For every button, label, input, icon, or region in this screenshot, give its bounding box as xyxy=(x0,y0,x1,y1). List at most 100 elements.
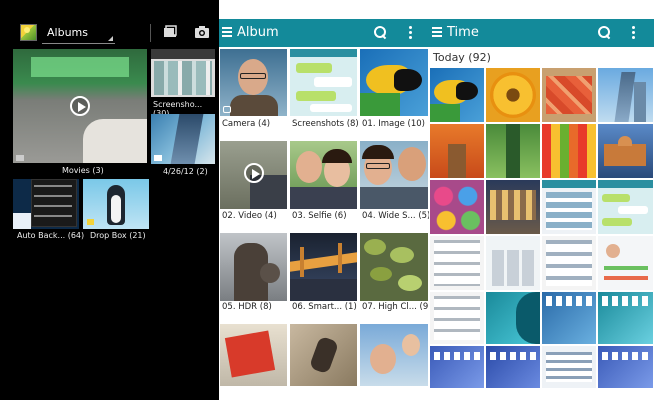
thumbnail-parrot-beak xyxy=(456,82,478,100)
thumbnail-edge xyxy=(516,292,540,344)
search-icon[interactable] xyxy=(373,25,387,39)
albums-action-bar: Albums xyxy=(0,19,219,47)
photo-thumb[interactable] xyxy=(542,236,596,290)
thumbnail-icons xyxy=(602,296,648,306)
album-tile-row4-2[interactable] xyxy=(290,324,357,386)
folder-icon xyxy=(16,155,24,161)
album-title: Album xyxy=(237,25,279,40)
dropdown-triangle-icon xyxy=(108,36,113,41)
thumbnail-text xyxy=(546,352,592,382)
photo-thumb[interactable] xyxy=(430,236,484,290)
album-tile-row4-1[interactable] xyxy=(220,324,287,386)
album-tile-screenshots[interactable] xyxy=(151,49,215,97)
thumbnail-avatar xyxy=(606,244,620,258)
thumbnail-bubble xyxy=(314,77,352,87)
thumbnail-icons xyxy=(434,352,480,360)
album-tile-selfie[interactable] xyxy=(290,141,357,209)
view-type-dropdown[interactable]: Albums xyxy=(42,22,115,44)
photo-thumb[interactable] xyxy=(430,346,484,388)
album-caption: Screenshots (8) xyxy=(292,119,359,129)
time-panel: Time Today (92) xyxy=(429,0,654,400)
play-icon xyxy=(244,163,264,183)
thumbnail-glasses xyxy=(240,73,266,79)
camera-icon[interactable] xyxy=(194,24,210,40)
photo-thumb[interactable] xyxy=(486,180,540,234)
album-tile-hdr[interactable] xyxy=(220,233,287,301)
thumbnail-bubble xyxy=(618,206,648,214)
new-album-icon[interactable] xyxy=(162,24,178,40)
thumbnail-bubble xyxy=(296,63,332,73)
thumbnail-grid xyxy=(154,61,212,95)
thumbnail-parrot-body xyxy=(360,93,400,116)
photo-thumb[interactable] xyxy=(598,346,653,388)
album-caption: 4/26/12 (2) xyxy=(163,167,208,176)
thumbnail-penguin-belly xyxy=(111,195,121,223)
album-caption: 07. High Cl... (9) xyxy=(362,302,432,312)
photo-thumb[interactable] xyxy=(430,292,484,344)
album-tile-image[interactable] xyxy=(360,49,428,116)
album-tile-smart[interactable] xyxy=(290,233,357,301)
thumbnail-leaf xyxy=(390,247,414,263)
app-logo-icon[interactable] xyxy=(20,24,37,41)
thumbnail-statusbar xyxy=(151,49,215,59)
thumbnail-line xyxy=(604,266,648,270)
album-tile-date[interactable] xyxy=(151,114,215,164)
album-tile-auto-backup[interactable] xyxy=(13,179,79,229)
more-options-icon[interactable] xyxy=(632,26,636,40)
photo-thumb[interactable] xyxy=(542,292,596,344)
thumbnail-icons xyxy=(602,352,648,360)
album-caption: 02. Video (4) xyxy=(222,211,277,221)
album-caption: Movies (3) xyxy=(62,166,104,175)
album-tile-camera[interactable] xyxy=(220,49,287,116)
menu-icon[interactable] xyxy=(432,27,442,37)
thumbnail-contacts xyxy=(434,240,480,286)
photo-thumb[interactable] xyxy=(598,68,653,122)
album-tile-wide-selfie[interactable] xyxy=(360,141,428,209)
album-tile-high-clarity[interactable] xyxy=(360,233,428,301)
album-caption: Camera (4) xyxy=(222,119,271,129)
photo-thumb[interactable] xyxy=(486,346,540,388)
thumbnail-dialpad xyxy=(492,250,534,286)
thumbnail-icons xyxy=(546,296,592,306)
photo-thumb[interactable] xyxy=(430,124,484,178)
thumbnail-water xyxy=(290,279,357,301)
thumbnail-contacts xyxy=(434,296,480,340)
album-caption: Drop Box (21) xyxy=(90,231,146,240)
thumbnail-figure xyxy=(224,330,276,378)
album-tile-dropbox[interactable] xyxy=(83,179,149,229)
photo-thumb[interactable] xyxy=(486,292,540,344)
photo-thumb[interactable] xyxy=(598,180,653,234)
photo-thumb[interactable] xyxy=(486,124,540,178)
thumbnail-highlight xyxy=(31,57,129,77)
thumbnail-face xyxy=(370,344,396,374)
photo-thumb[interactable] xyxy=(486,236,540,290)
photo-thumb[interactable] xyxy=(598,292,653,344)
menu-icon[interactable] xyxy=(222,27,232,37)
album-caption: 05. HDR (8) xyxy=(222,302,272,312)
thumbnail-line xyxy=(34,185,72,187)
album-tile-screenshots[interactable] xyxy=(290,49,357,116)
photo-thumb[interactable] xyxy=(430,68,484,122)
photo-thumb[interactable] xyxy=(486,68,540,122)
search-icon[interactable] xyxy=(597,25,611,39)
photo-thumb[interactable] xyxy=(598,236,653,290)
photo-thumb[interactable] xyxy=(430,180,484,234)
thumbnail-food xyxy=(546,76,592,114)
album-tile-movies[interactable] xyxy=(13,49,147,163)
album-caption: Auto Back... (64) xyxy=(17,231,85,240)
photo-thumb[interactable] xyxy=(542,68,596,122)
more-options-icon[interactable] xyxy=(409,26,413,40)
thumbnail-bar xyxy=(290,49,357,57)
photo-thumb[interactable] xyxy=(542,180,596,234)
albums-panel: Albums Movies (3) Screensho... (30) 4/26… xyxy=(0,0,219,400)
photo-thumb[interactable] xyxy=(542,346,596,388)
thumbnail-figure xyxy=(308,335,340,375)
time-action-bar: Time xyxy=(429,19,654,47)
folder-icon xyxy=(87,219,94,225)
album-tile-video[interactable] xyxy=(220,141,287,209)
photo-thumb[interactable] xyxy=(542,124,596,178)
thumbnail-fruit xyxy=(542,124,596,178)
photo-thumb[interactable] xyxy=(598,124,653,178)
album-tile-row4-3[interactable] xyxy=(360,324,428,386)
thumbnail-bubble xyxy=(602,218,632,226)
